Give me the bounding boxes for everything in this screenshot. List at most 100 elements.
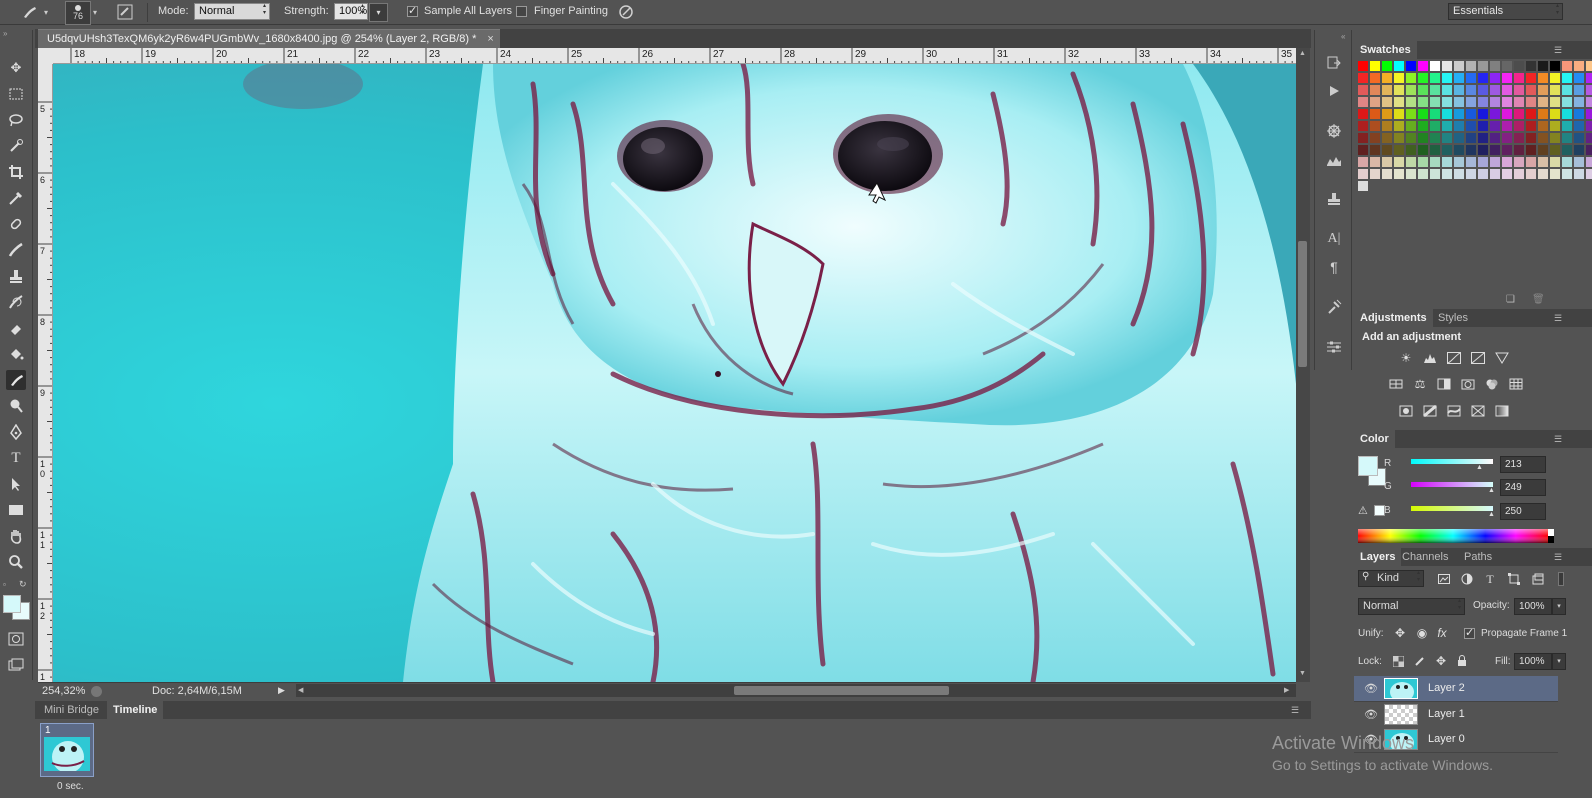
ruler-origin[interactable] [38,48,53,64]
swatch[interactable] [1466,121,1476,131]
strip-collapse-icon[interactable]: « [1341,32,1345,41]
b-slider-thumb-icon[interactable]: ▲ [1488,511,1495,518]
zoom-tool-icon[interactable] [6,552,26,572]
swatch[interactable] [1478,133,1488,143]
swatch[interactable] [1430,133,1440,143]
swatch[interactable] [1502,145,1512,155]
hand-tool-icon[interactable] [6,526,26,546]
swatch[interactable] [1586,73,1592,83]
tab-adjustments[interactable]: Adjustments [1354,309,1433,327]
swatch[interactable] [1574,85,1584,95]
layer-row[interactable]: 👁 Layer 1 [1354,702,1558,728]
move-tool-icon[interactable]: ✥ [6,58,26,78]
swatch[interactable] [1538,157,1548,167]
paragraph-panel-icon[interactable]: ¶ [1325,258,1343,276]
swatch[interactable] [1562,61,1572,71]
swatch[interactable] [1550,145,1560,155]
status-menu-arrow-icon[interactable]: ▶ [278,685,285,696]
document-canvas[interactable] [53,64,1296,682]
default-colors-icon[interactable]: ▫ [3,580,6,589]
swatch[interactable] [1406,145,1416,155]
swatch[interactable] [1478,61,1488,71]
r-slider-thumb-icon[interactable]: ▲ [1476,464,1483,471]
swatch[interactable] [1562,157,1572,167]
swatch[interactable] [1538,85,1548,95]
smudge-tool-icon[interactable] [6,370,26,390]
swatch[interactable] [1490,145,1500,155]
swatch[interactable] [1538,97,1548,107]
swatch[interactable] [1538,133,1548,143]
swatch[interactable] [1478,73,1488,83]
swatch[interactable] [1442,73,1452,83]
filter-toggle[interactable] [1558,572,1564,586]
swatch[interactable] [1394,97,1404,107]
paint-bucket-tool-icon[interactable] [6,344,26,364]
swatch[interactable] [1370,73,1380,83]
brush-panel-icon[interactable] [1325,151,1343,169]
horizontal-scroll-thumb[interactable] [734,686,949,695]
swatch[interactable] [1538,109,1548,119]
filter-smart-object-icon[interactable] [1530,572,1546,586]
swatch[interactable] [1466,109,1476,119]
swatch[interactable] [1526,73,1536,83]
swatch[interactable] [1370,169,1380,179]
swatch[interactable] [1358,73,1368,83]
swatch[interactable] [1502,121,1512,131]
swatch[interactable] [1514,73,1524,83]
gradient-map-icon[interactable] [1494,404,1510,418]
dodge-tool-icon[interactable] [6,396,26,416]
fill-input[interactable]: 100% [1514,653,1552,670]
lasso-tool-icon[interactable] [6,110,26,130]
swatch[interactable] [1394,61,1404,71]
swatch[interactable] [1586,133,1592,143]
swatch[interactable] [1538,145,1548,155]
swatch[interactable] [1502,109,1512,119]
swatch[interactable] [1418,97,1428,107]
unify-position-icon[interactable]: ✥ [1392,626,1408,640]
swatch[interactable] [1430,169,1440,179]
swatch[interactable] [1526,157,1536,167]
swatch[interactable] [1358,157,1368,167]
g-slider[interactable] [1411,482,1493,487]
swatch[interactable] [1358,97,1368,107]
swatch[interactable] [1442,157,1452,167]
swatch[interactable] [1562,121,1572,131]
quick-mask-icon[interactable] [6,629,26,649]
swatch[interactable] [1502,169,1512,179]
swatch[interactable] [1466,169,1476,179]
swatch[interactable] [1574,133,1584,143]
swatch[interactable] [1586,145,1592,155]
swatch[interactable] [1502,85,1512,95]
swatch[interactable] [1466,133,1476,143]
swatch[interactable] [1466,157,1476,167]
swatch[interactable] [1382,85,1392,95]
vibrance-icon[interactable] [1494,351,1510,365]
posterize-icon[interactable] [1422,404,1438,418]
g-slider-thumb-icon[interactable]: ▲ [1488,487,1495,494]
swatch[interactable] [1538,73,1548,83]
swatch[interactable] [1502,157,1512,167]
swatch[interactable] [1478,97,1488,107]
brush-presets-icon[interactable] [1325,122,1343,140]
channel-mixer-icon[interactable] [1484,377,1500,391]
tab-timeline[interactable]: Timeline [107,701,164,719]
unify-visibility-icon[interactable]: ◉ [1414,626,1430,640]
swatch[interactable] [1586,169,1592,179]
r-value-input[interactable]: 213 [1500,456,1546,473]
swatch[interactable] [1382,169,1392,179]
swatch[interactable] [1490,169,1500,179]
propagate-frame-checkbox[interactable] [1464,626,1475,639]
swatch[interactable] [1370,61,1380,71]
black-white-icon[interactable] [1436,377,1452,391]
mode-select[interactable]: Normal [194,3,270,20]
scroll-down-icon[interactable]: ▼ [1299,670,1306,677]
swatch[interactable] [1514,145,1524,155]
swatch[interactable] [1358,169,1368,179]
swatch[interactable] [1526,109,1536,119]
swatch[interactable] [1418,121,1428,131]
tab-styles[interactable]: Styles [1432,309,1474,327]
path-selection-tool-icon[interactable] [6,474,26,494]
swatch[interactable] [1394,145,1404,155]
swatch[interactable] [1394,121,1404,131]
swatch[interactable] [1466,85,1476,95]
